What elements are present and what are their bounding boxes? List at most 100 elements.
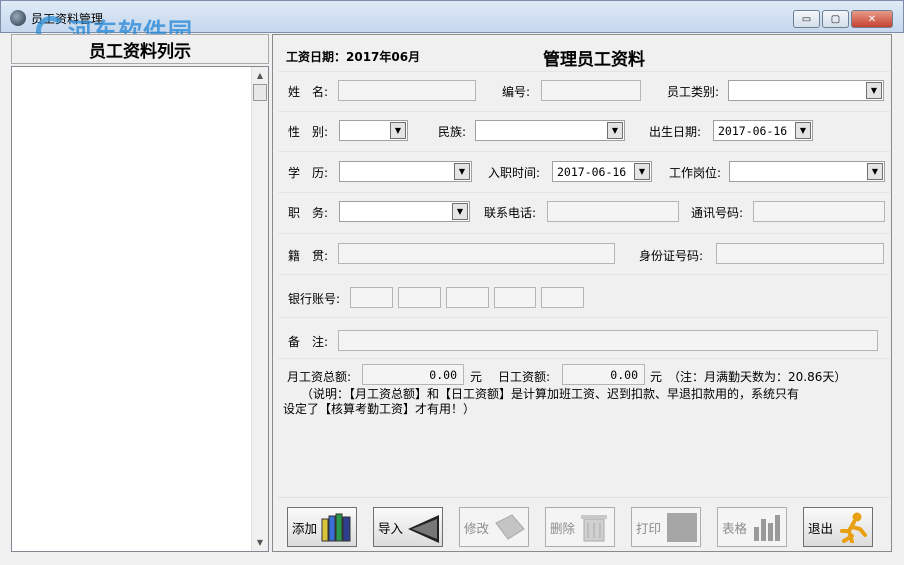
add-button[interactable]: 添加 [287, 507, 357, 547]
form-row-remark: 备 注: [278, 317, 890, 358]
scroll-thumb[interactable] [253, 84, 267, 101]
phone-input[interactable] [547, 201, 679, 222]
bank-account-part-4[interactable] [494, 287, 536, 308]
exit-button[interactable]: 退出 [803, 507, 873, 547]
daily-salary-value: 0.00 [610, 368, 638, 382]
id-label: 编号: [502, 85, 531, 99]
print-button[interactable]: 打印 [631, 507, 701, 547]
position-select[interactable]: ▼ [729, 161, 885, 182]
birth-date-value: 2017-06-16 [718, 124, 788, 138]
category-select[interactable]: ▼ [728, 80, 884, 101]
app-icon [10, 10, 26, 26]
phone-label: 联系电话: [484, 206, 537, 220]
form-row-title: 职 务: ▼ 联系电话: 通讯号码: [278, 192, 890, 233]
books-icon [321, 513, 351, 542]
window-title: 员工资料管理 [31, 12, 104, 26]
print-button-label: 打印 [636, 520, 662, 536]
bank-account-part-3[interactable] [446, 287, 489, 308]
form-row-origin: 籍 贯: 身份证号码: [278, 233, 890, 274]
table-button[interactable]: 表格 [717, 507, 787, 547]
close-button[interactable]: ✕ [851, 10, 893, 28]
ethnicity-label: 民族: [438, 125, 467, 139]
employee-detail-panel: 工资日期：2017年06月 管理员工资料 姓 名: 编号: 员工类别: ▼ 性 … [272, 34, 892, 552]
origin-input[interactable] [338, 243, 615, 264]
comm-label: 通讯号码: [691, 206, 744, 220]
page-title: 管理员工资料 [543, 50, 645, 70]
category-label: 员工类别: [667, 85, 720, 99]
education-label: 学 历: [288, 166, 329, 180]
birth-label: 出生日期: [649, 125, 702, 139]
running-man-icon [840, 512, 868, 543]
delete-button[interactable]: 删除 [545, 507, 615, 547]
hire-label: 入职时间: [488, 166, 541, 180]
chevron-down-icon[interactable]: ▼ [607, 122, 623, 139]
hire-date-picker[interactable]: 2017-06-16 ▼ [552, 161, 652, 182]
name-input[interactable] [338, 80, 476, 101]
maximize-button[interactable]: ▢ [822, 10, 849, 28]
chevron-down-icon[interactable]: ▼ [452, 203, 468, 220]
edit-button[interactable]: 修改 [459, 507, 529, 547]
origin-label: 籍 贯: [288, 249, 329, 263]
title-label: 职 务: [288, 206, 329, 220]
salary-explanation: （说明：【月工资总额】和【日工资额】是计算加班工资、迟到扣款、早退扣款用的，系统… [283, 387, 881, 417]
chevron-down-icon[interactable]: ▼ [634, 163, 650, 180]
title-select[interactable]: ▼ [339, 201, 470, 222]
monthly-salary-value: 0.00 [429, 368, 457, 382]
chevron-down-icon[interactable]: ▼ [390, 122, 406, 139]
scroll-up-icon[interactable]: ▲ [252, 67, 268, 84]
delete-button-label: 删除 [550, 520, 576, 536]
education-select[interactable]: ▼ [339, 161, 472, 182]
form-row-bank: 银行账号: [278, 274, 890, 317]
chevron-down-icon[interactable]: ▼ [867, 163, 883, 180]
title-bar: 员工资料管理 ▭ ▢ ✕ [0, 0, 904, 33]
gender-select[interactable]: ▼ [339, 120, 408, 141]
employee-list-header: 员工资料列示 [11, 34, 269, 64]
monthly-unit: 元 [470, 370, 483, 384]
bank-label: 银行账号: [288, 292, 341, 306]
remark-input[interactable] [338, 330, 878, 351]
workdays-note: （注：月满勤天数为：20.86天） [668, 370, 847, 384]
action-button-bar: 添加 导入 修改 删除 打印 表格 退出 [278, 497, 890, 551]
ethnicity-select[interactable]: ▼ [475, 120, 625, 141]
chevron-down-icon[interactable]: ▼ [454, 163, 470, 180]
exit-button-label: 退出 [808, 520, 834, 536]
idcard-input[interactable] [716, 243, 884, 264]
monthly-salary-input[interactable]: 0.00 [362, 364, 464, 385]
bank-account-part-2[interactable] [398, 287, 441, 308]
chevron-down-icon[interactable]: ▼ [866, 82, 882, 99]
id-input[interactable] [541, 80, 641, 101]
employee-listbox[interactable]: ▲ ▼ [11, 66, 269, 552]
form-row-name: 姓 名: 编号: 员工类别: ▼ [278, 71, 890, 111]
daily-unit: 元 [650, 370, 663, 384]
import-button-label: 导入 [378, 520, 404, 536]
minimize-button[interactable]: ▭ [793, 10, 820, 28]
bank-account-part-1[interactable] [350, 287, 393, 308]
edit-icon [495, 514, 525, 540]
scroll-down-icon[interactable]: ▼ [252, 534, 268, 551]
comm-input[interactable] [753, 201, 885, 222]
printer-icon [667, 513, 698, 542]
import-button[interactable]: 导入 [373, 507, 443, 547]
form-row-education: 学 历: ▼ 入职时间: 2017-06-16 ▼ 工作岗位: ▼ [278, 151, 890, 192]
add-button-label: 添加 [292, 520, 318, 536]
explanation-line-1: （说明：【月工资总额】和【日工资额】是计算加班工资、迟到扣款、早退扣款用的，系统… [301, 387, 800, 401]
chevron-down-icon[interactable]: ▼ [795, 122, 811, 139]
daily-salary-input[interactable]: 0.00 [562, 364, 645, 385]
birth-date-picker[interactable]: 2017-06-16 ▼ [713, 120, 813, 141]
explanation-line-2: 设定了【核算考勤工资】才有用！） [283, 402, 476, 416]
edit-button-label: 修改 [464, 520, 490, 536]
idcard-label: 身份证号码: [639, 249, 704, 263]
delete-icon [581, 515, 608, 542]
name-label: 姓 名: [288, 85, 329, 99]
list-scrollbar[interactable]: ▲ ▼ [251, 67, 268, 551]
remark-label: 备 注: [288, 335, 329, 349]
bar-chart-icon [754, 515, 781, 541]
form-row-gender: 性 别: ▼ 民族: ▼ 出生日期: 2017-06-16 ▼ [278, 111, 890, 151]
table-button-label: 表格 [722, 520, 748, 536]
monthly-label: 月工资总额: [287, 370, 352, 384]
gender-label: 性 别: [288, 125, 329, 139]
hire-date-value: 2017-06-16 [557, 165, 627, 179]
position-label: 工作岗位: [669, 166, 722, 180]
bank-account-part-5[interactable] [541, 287, 584, 308]
import-arrow-icon [408, 515, 440, 543]
